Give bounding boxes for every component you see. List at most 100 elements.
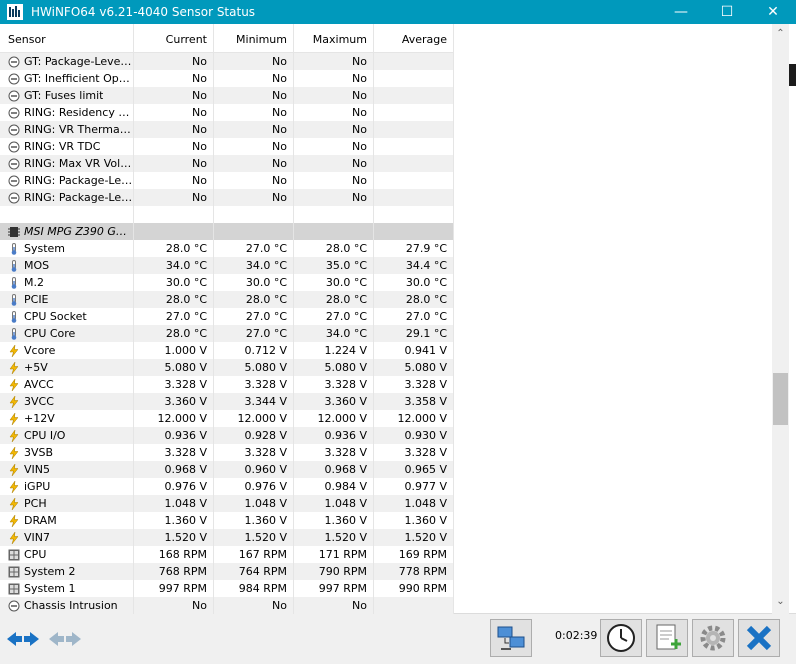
table-row[interactable] xyxy=(0,206,454,223)
log-file-button[interactable] xyxy=(646,619,688,657)
table-row[interactable]: VIN5 0.968 V 0.960 V 0.968 V 0.965 V xyxy=(0,461,454,478)
table-row[interactable]: CPU Socket 27.0 °C 27.0 °C 27.0 °C 27.0 °C xyxy=(0,308,454,325)
minimize-button[interactable]: — xyxy=(658,0,704,24)
sensor-name-cell: GT: Package-Level ... xyxy=(0,53,134,70)
maximum-value: 171 RPM xyxy=(294,546,374,563)
table-row[interactable]: +12V 12.000 V 12.000 V 12.000 V 12.000 V xyxy=(0,410,454,427)
table-row[interactable]: 3VCC 3.360 V 3.344 V 3.360 V 3.358 V xyxy=(0,393,454,410)
average-value: 1.048 V xyxy=(374,495,454,512)
table-row[interactable]: System 2 768 RPM 764 RPM 790 RPM 778 RPM xyxy=(0,563,454,580)
sensor-label: PCIE xyxy=(24,293,49,306)
fan-icon xyxy=(8,566,20,577)
sensor-label: GT: Fuses limit xyxy=(24,89,104,102)
minimum-value: 167 RPM xyxy=(214,546,294,563)
sensor-label: iGPU xyxy=(24,480,51,493)
average-value: 27.0 °C xyxy=(374,308,454,325)
sensor-panel: Sensor Current Minimum Maximum Average G… xyxy=(0,24,796,614)
minimum-value: No xyxy=(214,70,294,87)
average-value xyxy=(374,53,454,70)
maximize-button[interactable]: ☐ xyxy=(704,0,750,24)
network-button[interactable] xyxy=(490,619,532,657)
sensor-name-cell: MSI MPG Z390 GAM... xyxy=(0,223,134,240)
current-value: No xyxy=(134,87,214,104)
table-row[interactable]: M.2 30.0 °C 30.0 °C 30.0 °C 30.0 °C xyxy=(0,274,454,291)
table-row[interactable]: MOS 34.0 °C 34.0 °C 35.0 °C 34.4 °C xyxy=(0,257,454,274)
table-body: GT: Package-Level ... No No No GT: Inefficie… xyxy=(0,53,454,614)
current-value: No xyxy=(134,172,214,189)
column-header-sensor[interactable]: Sensor xyxy=(0,24,134,53)
layout-toggle-button[interactable] xyxy=(44,619,86,659)
table-row[interactable]: System 1 997 RPM 984 RPM 997 RPM 990 RPM xyxy=(0,580,454,597)
table-row[interactable]: Chassis Intrusion No No No xyxy=(0,597,454,614)
column-header-average[interactable]: Average xyxy=(374,24,454,53)
minimum-value: 0.960 V xyxy=(214,461,294,478)
table-row[interactable]: RING: Max VR Volta... No No No xyxy=(0,155,454,172)
table-header: Sensor Current Minimum Maximum Average xyxy=(0,24,454,53)
table-row[interactable]: Vcore 1.000 V 0.712 V 1.224 V 0.941 V xyxy=(0,342,454,359)
settings-button[interactable] xyxy=(692,619,734,657)
table-row[interactable]: RING: Residency St... No No No xyxy=(0,104,454,121)
table-row[interactable]: GT: Package-Level ... No No No xyxy=(0,53,454,70)
table-row[interactable]: iGPU 0.976 V 0.976 V 0.984 V 0.977 V xyxy=(0,478,454,495)
table-row[interactable]: GT: Inefficient Ope... No No No xyxy=(0,70,454,87)
average-value: 3.358 V xyxy=(374,393,454,410)
sensor-name-cell: RING: Package-Lev... xyxy=(0,189,134,206)
elapsed-time: 0:02:39 xyxy=(555,629,598,642)
column-header-minimum[interactable]: Minimum xyxy=(214,24,294,53)
table-row[interactable]: CPU 168 RPM 167 RPM 171 RPM 169 RPM xyxy=(0,546,454,563)
minimum-value: No xyxy=(214,87,294,104)
sensor-group-row[interactable]: MSI MPG Z390 GAM... xyxy=(0,223,454,240)
table-row[interactable]: AVCC 3.328 V 3.328 V 3.328 V 3.328 V xyxy=(0,376,454,393)
sensor-name-cell: CPU I/O xyxy=(0,427,134,444)
current-value: 1.048 V xyxy=(134,495,214,512)
table-row[interactable]: VIN7 1.520 V 1.520 V 1.520 V 1.520 V xyxy=(0,529,454,546)
table-row[interactable]: GT: Fuses limit No No No xyxy=(0,87,454,104)
current-value: 12.000 V xyxy=(134,410,214,427)
scroll-up-icon[interactable]: ⌃ xyxy=(772,28,789,42)
maximum-value: 790 RPM xyxy=(294,563,374,580)
average-value: 12.000 V xyxy=(374,410,454,427)
table-row[interactable]: PCIE 28.0 °C 28.0 °C 28.0 °C 28.0 °C xyxy=(0,291,454,308)
column-header-current[interactable]: Current xyxy=(134,24,214,53)
current-value: 27.0 °C xyxy=(134,308,214,325)
scroll-down-icon[interactable]: ⌄ xyxy=(772,596,789,610)
table-row[interactable]: CPU I/O 0.936 V 0.928 V 0.936 V 0.930 V xyxy=(0,427,454,444)
current-value: 3.328 V xyxy=(134,444,214,461)
table-row[interactable]: RING: Package-Lev... No No No xyxy=(0,189,454,206)
table-row[interactable]: RING: VR TDC No No No xyxy=(0,138,454,155)
close-button[interactable] xyxy=(738,619,780,657)
sensor-label: RING: VR TDC xyxy=(24,140,101,153)
sensor-label: CPU Core xyxy=(24,327,76,340)
average-value xyxy=(374,70,454,87)
table-row[interactable]: PCH 1.048 V 1.048 V 1.048 V 1.048 V xyxy=(0,495,454,512)
table-row[interactable]: RING: VR Thermal ... No No No xyxy=(0,121,454,138)
maximum-value: No xyxy=(294,138,374,155)
table-row[interactable]: RING: Package-Lev... No No No xyxy=(0,172,454,189)
sensor-name-cell: CPU xyxy=(0,546,134,563)
clock-button[interactable] xyxy=(600,619,642,657)
column-header-maximum[interactable]: Maximum xyxy=(294,24,374,53)
sensor-name-cell: CPU Socket xyxy=(0,308,134,325)
scroll-thumb[interactable] xyxy=(773,372,788,425)
gear-icon xyxy=(700,625,726,651)
table-row[interactable]: System 28.0 °C 27.0 °C 28.0 °C 27.9 °C xyxy=(0,240,454,257)
fan-icon xyxy=(8,549,20,560)
vertical-scrollbar[interactable]: ⌃ ⌄ xyxy=(772,24,789,614)
average-value xyxy=(374,138,454,155)
table-row[interactable]: +5V 5.080 V 5.080 V 5.080 V 5.080 V xyxy=(0,359,454,376)
table-row[interactable]: CPU Core 28.0 °C 27.0 °C 34.0 °C 29.1 °C xyxy=(0,325,454,342)
average-value: 1.360 V xyxy=(374,512,454,529)
maximum-value xyxy=(294,223,374,240)
minimum-value: No xyxy=(214,121,294,138)
minimum-value: 0.928 V xyxy=(214,427,294,444)
sensor-name-cell: +5V xyxy=(0,359,134,376)
lightning-icon xyxy=(9,446,19,459)
table-row[interactable]: 3VSB 3.328 V 3.328 V 3.328 V 3.328 V xyxy=(0,444,454,461)
table-row[interactable]: DRAM 1.360 V 1.360 V 1.360 V 1.360 V xyxy=(0,512,454,529)
current-value: No xyxy=(134,70,214,87)
expand-collapse-button[interactable] xyxy=(2,619,44,659)
sensor-label: 3VSB xyxy=(24,446,54,459)
minimum-value: 3.344 V xyxy=(214,393,294,410)
close-window-button[interactable]: ✕ xyxy=(750,0,796,24)
sensor-name-cell: PCIE xyxy=(0,291,134,308)
